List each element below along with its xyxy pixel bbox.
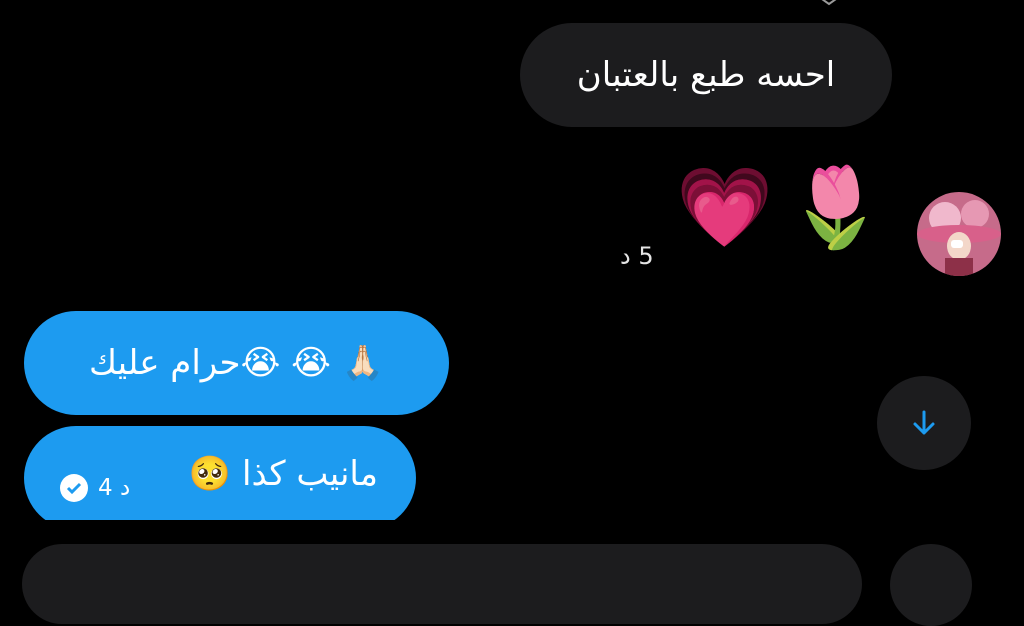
check-circle-icon [60,474,88,502]
scroll-down-button[interactable] [877,376,971,470]
top-reaction-icon [821,0,837,6]
composer-button[interactable] [890,544,972,626]
sent-message-bubble[interactable]: مانيب كذا 🥺 4 د [24,426,416,530]
sent-message-text: 🙏🏻 😭 😭حرام عليك [89,343,384,383]
avatar[interactable] [917,192,1001,276]
sent-message-text: مانيب كذا 🥺 [188,454,378,494]
sent-message-bubble[interactable]: 🙏🏻 😭 😭حرام عليك [24,311,449,415]
message-meta: 4 د [60,474,130,502]
message-input[interactable] [22,544,862,624]
received-emoji-message[interactable]: 💗 🌷 [676,158,884,258]
arrow-down-icon [913,410,935,435]
received-message-bubble[interactable]: احسه طبع بالعتبان [520,23,892,127]
sent-message-time: 4 د [98,475,131,501]
received-message-time: 5 د [620,242,654,270]
pink-heart-emoji: 💗 [676,163,774,253]
divider [0,520,1024,544]
tulip-emoji: 🌷 [787,163,885,253]
received-message-text: احسه طبع بالعتبان [576,55,836,95]
